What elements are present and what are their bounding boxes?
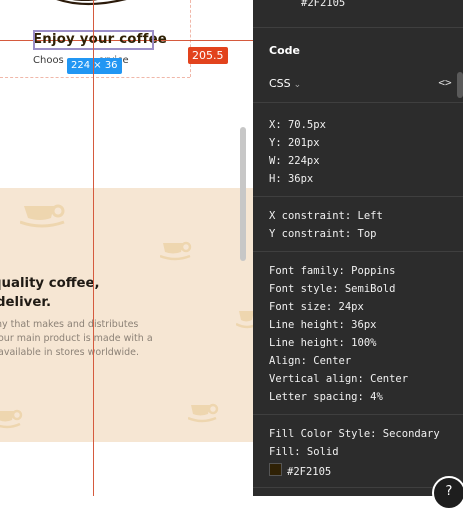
- alignment-guide-vertical: [93, 0, 94, 496]
- paragraph-line-2: our main product is made with a: [0, 333, 153, 344]
- divider: [253, 414, 463, 415]
- position-y[interactable]: Y: 201px: [269, 137, 320, 149]
- color-swatch: [269, 463, 282, 476]
- coffee-cup-icon: [20, 204, 65, 228]
- divider: [253, 251, 463, 252]
- size-badge: 224 × 36: [67, 58, 122, 74]
- divider: [253, 102, 463, 103]
- chevron-down-icon: ⌄: [293, 80, 302, 90]
- fill-color-value: #2F2105: [287, 466, 332, 478]
- section-heading-line-1: quality coffee,: [0, 276, 100, 291]
- vertical-align[interactable]: Vertical align: Center: [269, 373, 408, 385]
- code-icon[interactable]: <>: [436, 76, 454, 92]
- font-size[interactable]: Font size: 24px: [269, 301, 364, 313]
- paragraph-line-3: available in stores worldwide.: [0, 347, 140, 358]
- about-section: quality coffee, deliver. ny that makes a…: [0, 188, 253, 442]
- line-height-px[interactable]: Line height: 36px: [269, 319, 376, 331]
- coffee-cup-icon: [56, 0, 127, 6]
- language-select[interactable]: CSS ⌄: [269, 77, 301, 90]
- section-paragraph: ny that makes and distributes our main p…: [0, 318, 175, 360]
- line-height-percent[interactable]: Line height: 100%: [269, 337, 376, 349]
- language-value: CSS: [269, 77, 291, 90]
- text-align[interactable]: Align: Center: [269, 355, 351, 367]
- size-h[interactable]: H: 36px: [269, 173, 313, 185]
- measure-guide-vertical: [190, 0, 191, 77]
- divider: [253, 196, 463, 197]
- panel-scrollbar[interactable]: [457, 72, 463, 98]
- divider: [253, 27, 463, 28]
- canvas-scrollbar[interactable]: [240, 127, 246, 261]
- fill-color-style[interactable]: Fill Color Style: Secondary: [269, 428, 440, 440]
- paragraph-line-1: ny that makes and distributes: [0, 319, 139, 330]
- design-canvas[interactable]: Enjoy your coffee Choose our service 224…: [0, 0, 253, 496]
- help-icon[interactable]: ?: [432, 476, 463, 510]
- divider: [253, 487, 463, 488]
- font-style[interactable]: Font style: SemiBold: [269, 283, 395, 295]
- section-heading-line-2: deliver.: [0, 295, 52, 310]
- y-constraint[interactable]: Y constraint: Top: [269, 228, 376, 240]
- size-w[interactable]: W: 224px: [269, 155, 320, 167]
- distance-badge: 205.5: [188, 47, 228, 64]
- inspect-panel: #2F2105 Code CSS ⌄ <> X: 70.5px Y: 201px …: [253, 0, 463, 496]
- top-color-value[interactable]: #2F2105: [301, 0, 345, 9]
- x-constraint[interactable]: X constraint: Left: [269, 210, 383, 222]
- subtext-left: Choos: [33, 55, 64, 66]
- fill-color[interactable]: #2F2105: [269, 463, 331, 478]
- coffee-cup-icon: [188, 403, 219, 423]
- coffee-cup-icon: [160, 241, 192, 261]
- position-x[interactable]: X: 70.5px: [269, 119, 326, 131]
- font-family[interactable]: Font family: Poppins: [269, 265, 395, 277]
- measure-guide-horizontal: [0, 77, 190, 78]
- coffee-cup-icon: [236, 311, 253, 329]
- coffee-cup-icon: [0, 409, 23, 429]
- fill-type[interactable]: Fill: Solid: [269, 446, 339, 458]
- code-section-title: Code: [269, 44, 300, 57]
- section-heading: quality coffee, deliver.: [0, 274, 160, 312]
- letter-spacing[interactable]: Letter spacing: 4%: [269, 391, 383, 403]
